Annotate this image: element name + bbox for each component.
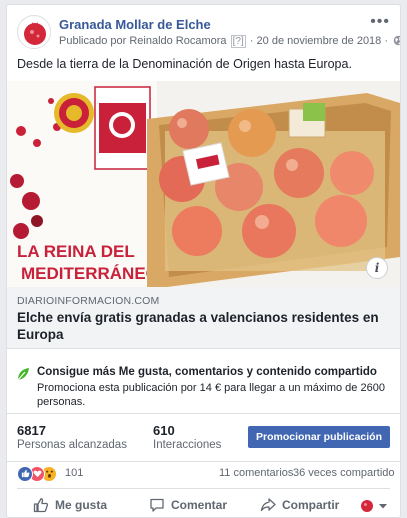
comment-label: Comentar <box>171 498 228 512</box>
comment-button[interactable]: Comentar <box>149 495 227 515</box>
like-reaction-icon <box>17 466 33 482</box>
divider <box>7 413 400 414</box>
comments-count-link[interactable]: 11 comentarios <box>219 467 293 479</box>
promotion-title: Consigue más Me gusta, comentarios y con… <box>37 366 377 378</box>
promote-post-button[interactable]: Promocionar publicación <box>248 426 390 448</box>
share-button[interactable]: Compartir <box>260 495 339 515</box>
link-preview[interactable]: DIARIOINFORMACION.COM Elche envía gratis… <box>7 287 400 349</box>
promotion-text: Promociona esta publicación por 14 € par… <box>37 382 385 408</box>
thumbs-up-icon <box>33 498 49 513</box>
page-name-link[interactable]: Granada Mollar de Elche <box>59 17 211 32</box>
link-title[interactable]: Elche envía gratis granadas a valenciano… <box>17 309 392 343</box>
post-actions: Me gusta Comentar Compartir <box>7 491 400 517</box>
post-header: Granada Mollar de Elche Publicado por Re… <box>17 14 400 49</box>
help-marker[interactable]: [?] <box>230 35 246 48</box>
page-avatar-mini-icon <box>361 500 373 512</box>
post-date-link[interactable]: 20 de noviembre de 2018 <box>257 35 382 47</box>
post-photo[interactable]: LA REINA DEL MEDITERRÁNEO i <box>7 81 400 287</box>
promotion-suggestion: Consigue más Me gusta, comentarios y con… <box>7 359 400 409</box>
photo-banner-line2: MEDITERRÁNEO <box>21 264 159 283</box>
reached-count[interactable]: 6817 <box>17 423 46 438</box>
post-message: Desde la tierra de la Denominación de Or… <box>17 57 352 71</box>
share-label: Compartir <box>282 498 340 512</box>
interactions-label: Interacciones <box>153 439 222 451</box>
globe-icon[interactable] <box>393 35 401 46</box>
reaction-picker[interactable] <box>360 499 390 513</box>
like-button[interactable]: Me gusta <box>33 495 107 515</box>
page-avatar[interactable] <box>17 15 51 49</box>
comment-icon <box>150 498 164 512</box>
like-label: Me gusta <box>55 498 108 512</box>
link-domain: DIARIOINFORMACION.COM <box>17 295 160 307</box>
interactions-count[interactable]: 610 <box>153 423 175 438</box>
post-meta: Publicado por Reinaldo Rocamora [?] · 20… <box>59 35 401 48</box>
share-icon <box>260 498 276 512</box>
divider <box>17 488 390 489</box>
reaction-count[interactable]: 101 <box>65 467 83 479</box>
shares-count-link[interactable]: 36 veces compartido <box>293 467 395 479</box>
post-stats: 6817 Personas alcanzadas 610 Interaccion… <box>7 415 400 459</box>
chevron-down-icon <box>379 504 387 509</box>
reached-label: Personas alcanzadas <box>17 439 127 451</box>
info-icon[interactable]: i <box>366 257 388 279</box>
leaf-icon <box>17 368 29 381</box>
post-card: Granada Mollar de Elche Publicado por Re… <box>6 4 401 518</box>
meta-dot: · <box>384 35 389 47</box>
meta-separator: · <box>249 35 254 47</box>
photo-banner-line1: LA REINA DEL <box>17 242 135 261</box>
divider <box>7 461 400 462</box>
published-by-text[interactable]: Publicado por Reinaldo Rocamora <box>59 35 227 47</box>
more-options-icon[interactable]: ••• <box>370 14 390 30</box>
